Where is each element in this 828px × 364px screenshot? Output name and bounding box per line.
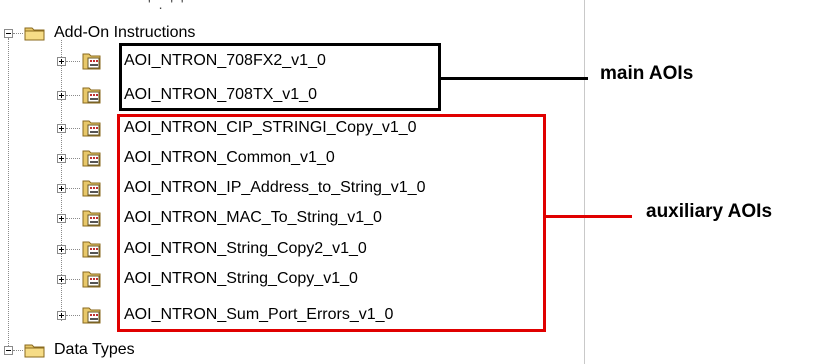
expand-icon[interactable] [57,57,66,66]
add-on-instruction-icon [82,180,101,197]
add-on-instruction-icon [82,87,101,104]
tree-node-add-on-instructions[interactable]: Add-On Instructions [0,21,580,45]
add-on-instruction-icon [82,120,101,137]
tree-connector [66,158,80,159]
project-tree: ' . ' ' Add-On Instructions AOI_NTRON_70… [0,0,585,364]
expand-icon[interactable] [57,214,66,223]
tree-connector [66,315,80,316]
add-on-instruction-icon [82,307,101,324]
tree-connector [13,350,23,351]
expand-icon[interactable] [57,275,66,284]
tree-connector [66,279,80,280]
auxiliary-aois-connector-line [546,215,632,218]
tree-connector [66,188,80,189]
main-aois-connector-line [441,77,588,80]
main-aois-highlight-box [119,43,441,111]
tree-node-data-types[interactable]: Data Types [0,338,580,362]
expand-icon[interactable] [57,91,66,100]
auxiliary-aois-annotation: auxiliary AOIs [646,201,773,222]
tree-connector [66,95,80,96]
tree-node-label: Add-On Instructions [54,24,196,41]
tree-top-fragment: ' . ' ' [148,0,186,12]
tree-node-label: Data Types [54,341,135,358]
add-on-instruction-icon [82,210,101,227]
expand-icon[interactable] [57,311,66,320]
add-on-instruction-icon [82,53,101,70]
tree-connector [13,33,23,34]
tree-connector [66,249,80,250]
tree-connector [66,128,80,129]
folder-icon [24,27,45,41]
add-on-instruction-icon [82,271,101,288]
add-on-instruction-icon [82,241,101,258]
auxiliary-aois-highlight-box [117,114,546,332]
expand-icon[interactable] [57,245,66,254]
main-aois-annotation: main AOIs [600,63,694,84]
folder-icon [24,344,45,358]
tree-connector [66,218,80,219]
tree-connector [66,61,80,62]
expand-icon[interactable] [57,124,66,133]
collapse-icon[interactable] [4,29,13,38]
collapse-icon[interactable] [4,346,13,355]
pane-divider [584,0,585,364]
add-on-instruction-icon [82,150,101,167]
expand-icon[interactable] [57,184,66,193]
expand-icon[interactable] [57,154,66,163]
